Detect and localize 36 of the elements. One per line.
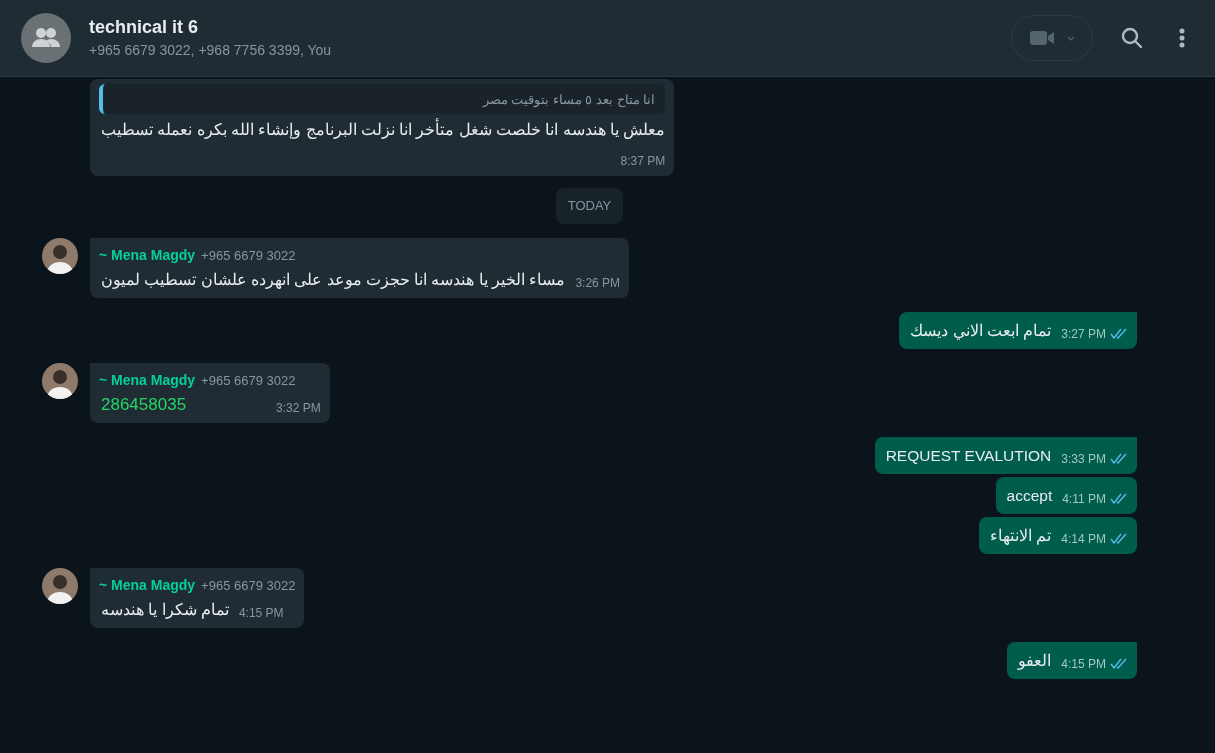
message-time: 4:15 PM: [1061, 655, 1106, 673]
message-time: 8:37 PM: [620, 153, 666, 170]
message-text: accept: [1005, 485, 1053, 506]
message-time: 4:14 PM: [1061, 530, 1106, 548]
avatar-icon[interactable]: [42, 237, 78, 274]
message-text: REQUEST EVALUTION: [884, 445, 1052, 466]
avatar-icon[interactable]: [42, 362, 78, 399]
quoted-text: انا متاح بعد ٥ مساء بتوقيت مصر: [482, 92, 656, 107]
chat-title[interactable]: technical it 6: [89, 15, 1011, 39]
sender-phone: +965 6679 3022: [201, 246, 296, 265]
avatar-icon[interactable]: [42, 567, 78, 604]
message-text: مساء الخير يا هندسه انا حجزت موعد على انهرده علشان تسطيب لميون: [100, 269, 566, 291]
message-text: تمام ابعت الاني ديسك: [909, 320, 1052, 342]
sender-name[interactable]: ~ Mena Magdy: [99, 244, 196, 266]
message-text: العفو: [1016, 650, 1052, 672]
message-time: 4:15 PM: [238, 604, 284, 622]
message-time: 3:26 PM: [575, 274, 621, 292]
quoted-message[interactable]: انا متاح بعد ٥ مساء بتوقيت مصر: [99, 84, 666, 114]
video-camera-icon: [1029, 30, 1055, 46]
message-time: 4:11 PM: [1062, 490, 1106, 508]
message-time: 3:33 PM: [1061, 450, 1106, 468]
sender-name[interactable]: ~ Mena Magdy: [99, 574, 196, 596]
message-time: 3:32 PM: [276, 399, 321, 417]
search-icon: [1120, 26, 1144, 50]
sender-phone: +965 6679 3022: [201, 576, 296, 595]
message-time: 3:27 PM: [1061, 325, 1106, 343]
group-avatar-icon[interactable]: [21, 13, 71, 63]
sender-name[interactable]: ~ Mena Magdy: [99, 369, 196, 391]
message-text: تمام شكرا يا هندسه: [100, 599, 229, 621]
message-text: تم الانتهاء: [989, 525, 1052, 547]
participants-list: +965 6679 3022, +968 7756 3399, You: [89, 39, 1011, 61]
caret-icon: [1066, 35, 1075, 41]
sender-phone: +965 6679 3022: [201, 371, 296, 390]
phone-number-link[interactable]: 286458035: [99, 390, 187, 417]
message-text: معلش يا هندسه انا خلصت شغل متأخر انا نزلت البرنامج وإنشاء الله بكره نعمله تسطيب: [99, 116, 666, 142]
menu-icon: [1179, 28, 1185, 48]
